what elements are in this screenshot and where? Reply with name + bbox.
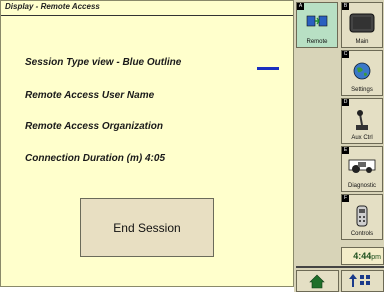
tile-aux-ctrl[interactable]: D Aux Ctrl [341,98,383,144]
tile-label: Remote [306,39,328,45]
controller-icon [356,205,368,227]
tile-remote[interactable]: A Remote [296,2,338,48]
globe-icon [353,62,371,80]
remote-icon [306,15,328,27]
tile-controls[interactable]: F Controls [341,194,383,240]
tile-label: Settings [351,87,373,93]
session-type-text: Session Type view - Blue Outline [25,57,182,68]
tile-label: Diagnostic [347,183,376,189]
joystick-icon [356,110,368,130]
key-letter: B [342,3,349,10]
tractor-icon [348,159,376,173]
remote-access-panel: Display - Remote Access Session Type vie… [0,0,294,287]
key-letter: F [342,195,349,202]
tile-diagnostic[interactable]: E Diagnostic [341,146,383,192]
menu-button[interactable] [341,270,384,292]
key-letter: A [297,3,304,10]
panel-title: Display - Remote Access [5,2,100,11]
home-icon [309,274,325,289]
panel-titlebar: Display - Remote Access [1,1,293,16]
connection-duration-text: Connection Duration (m) 4:05 [25,153,166,164]
dock-separator [296,266,384,268]
clock-suffix: pm [371,254,381,261]
key-letter: C [342,51,349,58]
key-letter: E [342,147,349,154]
tile-label: Aux Ctrl [351,135,373,141]
clock-time: 4:44 [353,251,372,261]
tile-label: Controls [350,231,374,237]
tile-label: Main [355,39,369,45]
organization-text: Remote Access Organization [25,121,164,132]
clock-display: 4:44pm [341,247,384,265]
key-letter: D [342,99,349,106]
user-name-text: Remote Access User Name [25,90,155,101]
tile-main[interactable]: B Main [341,2,383,48]
monitor-icon [349,13,375,33]
tile-settings[interactable]: C Settings [341,50,383,96]
end-session-button[interactable]: End Session [80,198,214,257]
home-button[interactable] [296,270,339,292]
menu-up-icon [349,274,370,287]
blue-outline-indicator [257,67,279,70]
